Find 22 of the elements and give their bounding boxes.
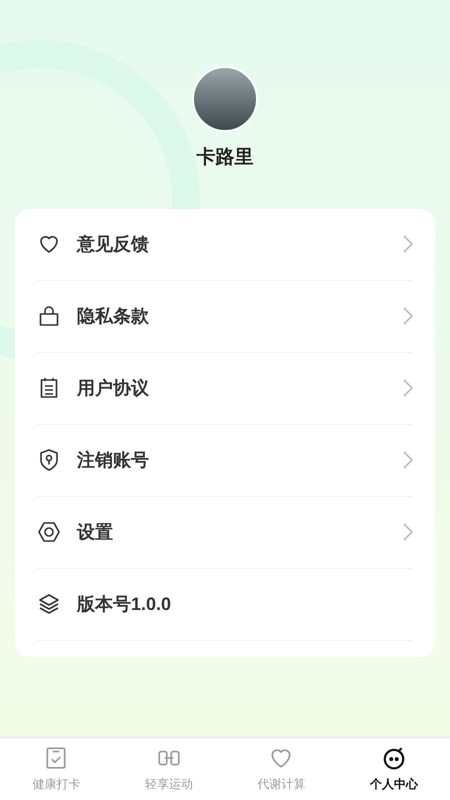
- menu-label: 意见反馈: [77, 232, 150, 256]
- smiley-face-icon: [380, 745, 407, 771]
- chevron-right-icon: [403, 235, 413, 253]
- menu-label: 用户协议: [77, 376, 150, 400]
- chevron-right-icon: [403, 379, 413, 397]
- hexagon-icon: [37, 520, 61, 544]
- padlock-icon: [37, 304, 61, 328]
- menu-item[interactable]: 用户协议: [37, 352, 413, 424]
- tab[interactable]: 个人中心: [338, 738, 450, 800]
- menu-item[interactable]: 隐私条款: [37, 280, 413, 352]
- chevron-right-icon: [403, 307, 413, 325]
- chevron-right-icon: [403, 523, 413, 541]
- profile-name: 卡路里: [196, 146, 254, 170]
- menu-label: 注销账号: [77, 448, 150, 472]
- menu-label: 版本号1.0.0: [77, 592, 172, 616]
- menu-item[interactable]: 注销账号: [37, 424, 413, 496]
- shield-keyhole-icon: [37, 448, 61, 472]
- menu-item[interactable]: 意见反馈: [37, 208, 413, 280]
- layers-icon: [37, 592, 61, 616]
- chevron-right-icon: [403, 451, 413, 469]
- menu-label: 设置: [77, 520, 114, 544]
- menu-label: 隐私条款: [77, 304, 150, 328]
